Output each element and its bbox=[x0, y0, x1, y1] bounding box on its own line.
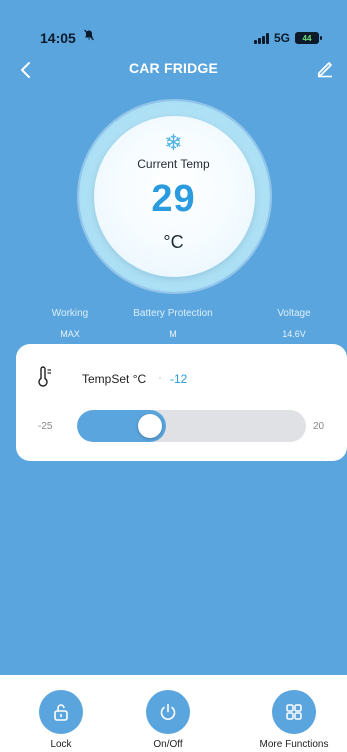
power-button[interactable]: On/Off bbox=[118, 690, 218, 750]
info-working: Working MAX bbox=[10, 308, 130, 339]
lock-label: Lock bbox=[50, 739, 72, 750]
network-type: 5G bbox=[273, 31, 290, 45]
grid-icon bbox=[272, 690, 316, 734]
pencil-icon bbox=[317, 62, 332, 78]
lock-button[interactable]: Lock bbox=[11, 690, 111, 750]
thermometer-icon bbox=[36, 366, 54, 388]
tempset-slider[interactable] bbox=[77, 410, 306, 442]
info-battery-protection: Battery Protection M bbox=[113, 308, 233, 339]
lock-icon bbox=[39, 690, 83, 734]
status-time: 14:05 bbox=[40, 30, 76, 46]
edit-button[interactable] bbox=[315, 58, 335, 78]
tempset-card: TempSet °C · -12 -25 20 bbox=[16, 344, 347, 461]
slider-thumb[interactable] bbox=[137, 414, 162, 438]
battery-level: 44 bbox=[302, 33, 312, 43]
info-label: Voltage bbox=[277, 308, 311, 319]
more-functions-button[interactable]: More Functions bbox=[244, 690, 344, 750]
page-title: CAR FRIDGE bbox=[128, 60, 219, 76]
current-temp-unit: °C bbox=[163, 232, 184, 252]
current-temp-value: 29 bbox=[151, 178, 196, 220]
status-indicators: 5G 44 bbox=[254, 31, 322, 45]
power-label: On/Off bbox=[153, 739, 183, 750]
info-label: Battery Protection bbox=[133, 308, 213, 319]
snowflake-icon: ❄ bbox=[164, 130, 183, 155]
info-label: Working bbox=[51, 308, 89, 319]
more-functions-label: More Functions bbox=[259, 739, 329, 750]
signal-icon bbox=[254, 32, 269, 44]
info-voltage: Voltage 14.6V bbox=[234, 308, 347, 339]
tempset-label: TempSet °C bbox=[82, 372, 147, 386]
tempset-separator: · bbox=[158, 370, 162, 384]
power-icon bbox=[146, 690, 190, 734]
info-value: MAX bbox=[60, 329, 80, 339]
app-screen: 14:05 5G 44 CAR FRIDGE ❄ Current Temp 29… bbox=[0, 0, 347, 752]
current-temp-label: Current Temp bbox=[137, 157, 210, 171]
mute-bell-icon bbox=[83, 29, 95, 44]
tempset-value: -12 bbox=[170, 372, 188, 386]
info-value: M bbox=[169, 329, 177, 339]
slider-max-label: 20 bbox=[313, 421, 325, 432]
info-value: 14.6V bbox=[282, 329, 306, 339]
slider-min-label: -25 bbox=[38, 421, 53, 432]
battery-icon: 44 bbox=[295, 32, 322, 44]
